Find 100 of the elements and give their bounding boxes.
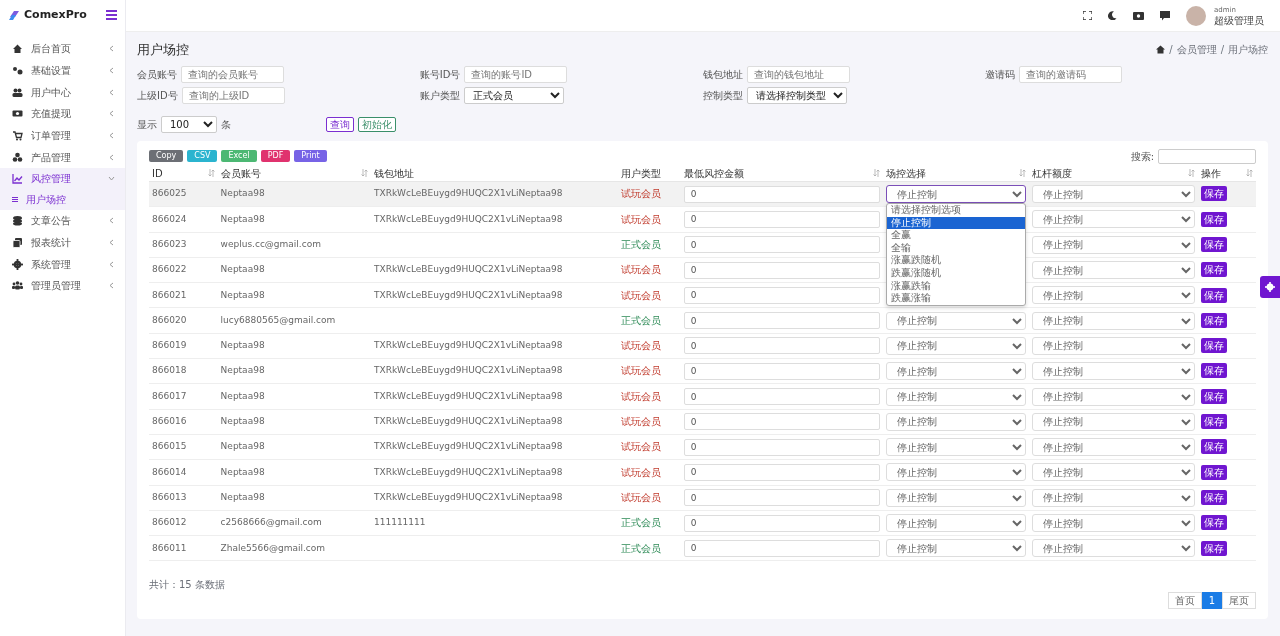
sidebar-item[interactable]: 产品管理 bbox=[0, 146, 125, 169]
column-header[interactable]: 操作 bbox=[1201, 165, 1222, 181]
leverage-select[interactable]: 停止控制 bbox=[1031, 185, 1196, 204]
select-field[interactable]: 请选择控制类型 bbox=[746, 86, 847, 104]
input-field[interactable]: 查询的账号ID bbox=[464, 65, 568, 83]
sidebar-item[interactable]: 管理员管理 bbox=[0, 274, 125, 297]
leverage-select[interactable]: 停止控制 bbox=[1031, 336, 1196, 355]
sort-icon[interactable] bbox=[1246, 169, 1253, 178]
input-field[interactable]: 查询的上级ID bbox=[181, 86, 285, 104]
dropdown-option[interactable]: 请选择控制选项 bbox=[886, 204, 1025, 217]
leverage-select[interactable]: 停止控制 bbox=[1031, 438, 1196, 457]
sidebar-item[interactable]: 文章公告 bbox=[0, 209, 125, 232]
sidebar-item[interactable]: 充值提现 bbox=[0, 103, 125, 125]
leverage-select[interactable]: 停止控制 bbox=[1031, 261, 1196, 280]
export-button[interactable]: PDF bbox=[260, 150, 291, 162]
save-button[interactable]: 保存 bbox=[1201, 237, 1228, 252]
column-header[interactable]: 会员账号 bbox=[220, 165, 261, 181]
column-header[interactable]: 最低风控金额 bbox=[683, 165, 744, 181]
sort-icon[interactable] bbox=[1188, 169, 1196, 178]
input-field[interactable]: 查询的钱包地址 bbox=[746, 65, 850, 83]
save-button[interactable]: 保存 bbox=[1201, 540, 1228, 556]
export-button[interactable]: Print bbox=[294, 150, 327, 162]
amount-input[interactable]: 0 bbox=[683, 388, 880, 405]
amount-input[interactable]: 0 bbox=[683, 185, 880, 203]
export-button[interactable]: Copy bbox=[149, 150, 184, 162]
save-button[interactable]: 保存 bbox=[1201, 388, 1228, 404]
message-icon[interactable] bbox=[1160, 10, 1170, 21]
dropdown-option[interactable]: 全输 bbox=[886, 241, 1025, 255]
save-button[interactable]: 保存 bbox=[1201, 489, 1228, 505]
reset-button[interactable]: 初始化 bbox=[358, 116, 396, 132]
column-header[interactable]: 钱包地址 bbox=[374, 165, 414, 181]
select-field[interactable]: 正式会员 bbox=[463, 86, 564, 104]
sidebar-item[interactable]: 报表统计 bbox=[0, 231, 125, 254]
home-icon[interactable] bbox=[1156, 45, 1166, 55]
menu-icon[interactable] bbox=[106, 10, 117, 20]
save-button[interactable]: 保存 bbox=[1201, 211, 1228, 227]
leverage-select[interactable]: 停止控制 bbox=[1031, 539, 1196, 558]
leverage-select[interactable]: 停止控制 bbox=[1031, 514, 1196, 532]
page-button[interactable]: 首页 bbox=[1167, 592, 1202, 610]
leverage-select[interactable]: 停止控制 bbox=[1031, 286, 1196, 305]
sidebar-item[interactable]: 订单管理 bbox=[0, 124, 125, 147]
breadcrumb-link[interactable]: 会员管理 bbox=[1176, 42, 1217, 58]
save-button[interactable]: 保存 bbox=[1201, 363, 1228, 379]
save-button[interactable]: 保存 bbox=[1201, 515, 1228, 531]
sort-icon[interactable] bbox=[1018, 169, 1026, 178]
amount-input[interactable]: 0 bbox=[683, 463, 880, 481]
sort-icon[interactable] bbox=[872, 169, 880, 178]
amount-input[interactable]: 0 bbox=[683, 337, 880, 355]
amount-input[interactable]: 0 bbox=[683, 413, 880, 431]
control-select[interactable]: 停止控制 bbox=[885, 488, 1026, 507]
save-button[interactable]: 保存 bbox=[1201, 464, 1228, 480]
amount-input[interactable]: 0 bbox=[683, 286, 880, 304]
column-header[interactable]: 用户类型 bbox=[621, 165, 662, 181]
control-select[interactable]: 停止控制 bbox=[885, 185, 1026, 204]
amount-input[interactable]: 0 bbox=[683, 312, 880, 330]
column-header[interactable]: ID bbox=[152, 165, 163, 181]
amount-input[interactable]: 0 bbox=[683, 438, 880, 456]
amount-input[interactable]: 0 bbox=[683, 539, 880, 557]
save-button[interactable]: 保存 bbox=[1201, 338, 1228, 354]
leverage-select[interactable]: 停止控制 bbox=[1031, 311, 1196, 330]
control-select[interactable]: 停止控制 bbox=[885, 311, 1026, 330]
control-select[interactable]: 停止控制 bbox=[885, 438, 1026, 457]
control-select[interactable]: 停止控制 bbox=[885, 463, 1026, 482]
amount-input[interactable]: 0 bbox=[683, 362, 880, 380]
sidebar-item[interactable]: 风控管理 bbox=[0, 168, 125, 190]
leverage-select[interactable]: 停止控制 bbox=[1031, 412, 1196, 431]
control-select[interactable]: 停止控制 bbox=[885, 412, 1026, 431]
fullscreen-icon[interactable] bbox=[1083, 11, 1092, 20]
amount-input[interactable]: 0 bbox=[683, 236, 880, 254]
save-button[interactable]: 保存 bbox=[1201, 312, 1228, 328]
leverage-select[interactable]: 停止控制 bbox=[1031, 210, 1196, 229]
submenu-item[interactable]: 用户场控 bbox=[0, 189, 125, 210]
column-header[interactable]: 杠杆额度 bbox=[1031, 165, 1072, 181]
sidebar-item[interactable]: 用户中心 bbox=[0, 81, 125, 104]
dropdown-option[interactable]: 涨赢跌输 bbox=[886, 279, 1025, 293]
dropdown-option[interactable]: 停止控制 bbox=[886, 216, 1025, 230]
control-select[interactable]: 停止控制 bbox=[885, 336, 1026, 355]
amount-input[interactable]: 0 bbox=[683, 489, 880, 507]
settings-button[interactable] bbox=[1260, 276, 1280, 298]
sidebar-item[interactable]: 基础设置 bbox=[0, 59, 125, 82]
amount-input[interactable]: 0 bbox=[683, 261, 880, 279]
leverage-select[interactable]: 停止控制 bbox=[1031, 463, 1196, 482]
control-select[interactable]: 停止控制 bbox=[885, 387, 1026, 406]
input-field[interactable]: 查询的邀请码 bbox=[1019, 65, 1123, 83]
page-button[interactable]: 尾页 bbox=[1222, 592, 1256, 610]
save-button[interactable]: 保存 bbox=[1201, 262, 1228, 278]
column-header[interactable]: 场控选择 bbox=[885, 165, 926, 181]
dropdown-option[interactable]: 全赢 bbox=[886, 229, 1025, 242]
leverage-select[interactable]: 停止控制 bbox=[1031, 387, 1196, 406]
dropdown-option[interactable]: 跌赢涨输 bbox=[886, 292, 1025, 305]
input-field[interactable]: 查询的会员账号 bbox=[181, 65, 284, 83]
amount-input[interactable]: 0 bbox=[683, 514, 880, 532]
save-button[interactable]: 保存 bbox=[1201, 287, 1228, 303]
page-size-select[interactable]: 100 bbox=[161, 115, 217, 133]
amount-input[interactable]: 0 bbox=[683, 210, 880, 228]
search-field[interactable] bbox=[1158, 148, 1256, 164]
leverage-select[interactable]: 停止控制 bbox=[1031, 488, 1196, 507]
leverage-select[interactable]: 停止控制 bbox=[1031, 362, 1196, 381]
avatar[interactable] bbox=[1186, 5, 1206, 26]
sidebar-item[interactable]: 后台首页 bbox=[0, 38, 125, 60]
